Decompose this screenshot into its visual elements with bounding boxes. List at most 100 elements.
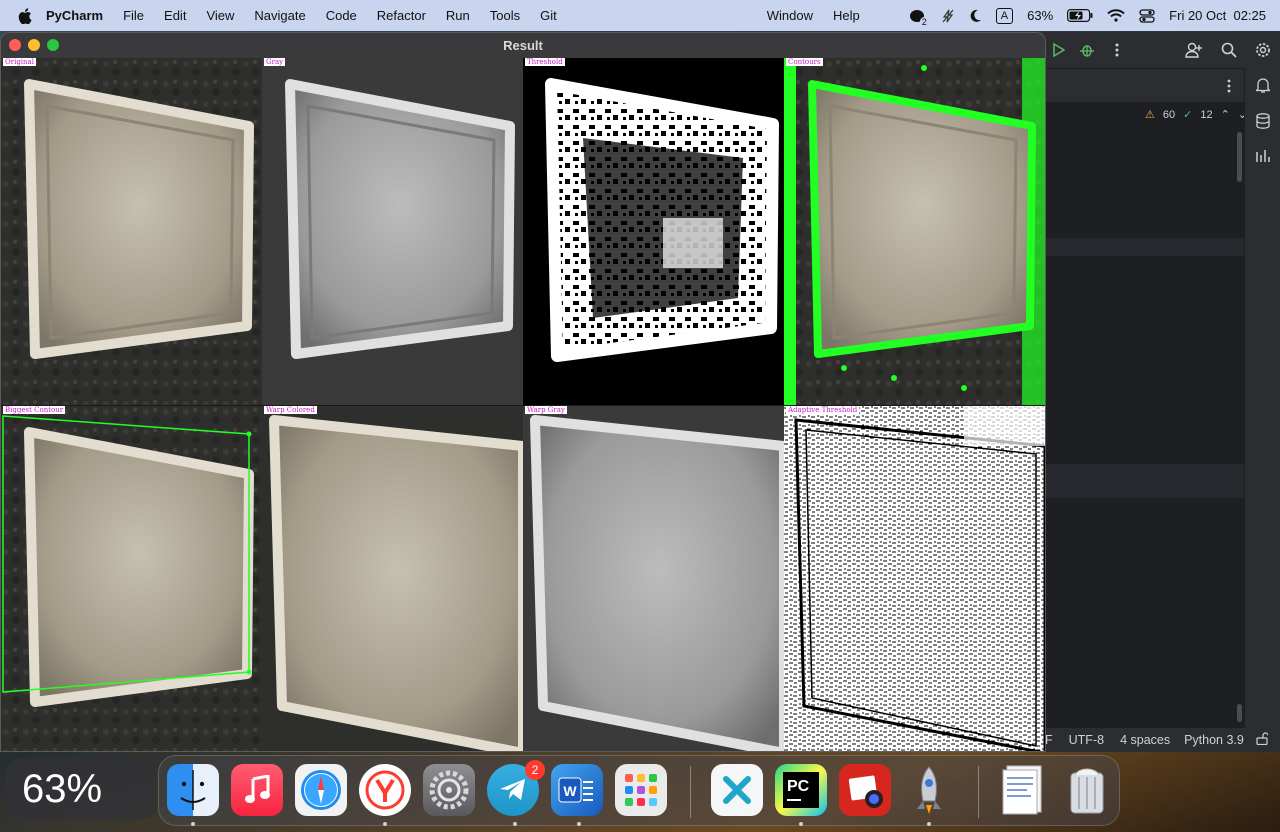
- rocket-typist-running-dot: [927, 822, 931, 826]
- panel-label: Warp Gray: [525, 406, 567, 414]
- clock[interactable]: Fri 20 Oct 02:25: [1169, 8, 1266, 23]
- ide-toolbar: [1045, 32, 1280, 68]
- volume-hud: 63%: [6, 759, 156, 819]
- menu-navigate[interactable]: Navigate: [244, 0, 315, 31]
- documents-stack-icon[interactable]: [997, 764, 1049, 816]
- zoom-button[interactable]: [47, 39, 59, 51]
- input-source-indicator[interactable]: A: [995, 7, 1014, 24]
- panel-biggest-contour: Biggest Contour: [1, 406, 262, 751]
- result-image-grid: Original Gray Threshold Contours Biggest…: [1, 58, 1045, 751]
- rocket-typist-icon[interactable]: [903, 764, 955, 816]
- wifi-icon[interactable]: [1107, 9, 1125, 22]
- settings-gear-icon[interactable]: [1253, 40, 1273, 60]
- file-encoding[interactable]: UTF-8: [1069, 733, 1104, 747]
- biggest-contour-image: [1, 406, 262, 751]
- panel-contours: Contours: [784, 58, 1045, 405]
- apple-logo-icon[interactable]: [18, 7, 32, 24]
- battery-charging-icon[interactable]: [1067, 9, 1093, 22]
- panel-adaptive-threshold: Adaptive Threshold: [784, 406, 1045, 751]
- add-user-icon[interactable]: [1183, 40, 1203, 60]
- svg-text:W: W: [563, 783, 577, 799]
- result-window: Result Original Gray Threshold Contours …: [0, 32, 1046, 752]
- result-window-titlebar[interactable]: Result: [1, 33, 1045, 58]
- menu-help[interactable]: Help: [823, 0, 870, 31]
- editor-tab-bar: [1045, 68, 1245, 102]
- menu-tools[interactable]: Tools: [480, 0, 530, 31]
- lock-open-icon[interactable]: [1256, 732, 1269, 748]
- menu-bar: PyCharm File Edit View Navigate Code Ref…: [0, 0, 1280, 31]
- panel-label: Adaptive Threshold: [786, 406, 860, 414]
- telegram-badge: 2: [525, 760, 545, 780]
- telegram-running-dot: [513, 822, 517, 826]
- sciview-chart-icon[interactable]: [1254, 146, 1272, 164]
- menu-run[interactable]: Run: [436, 0, 480, 31]
- close-button[interactable]: [9, 39, 21, 51]
- panel-label: Gray: [264, 58, 286, 66]
- gray-image: [262, 58, 523, 405]
- menu-edit[interactable]: Edit: [154, 0, 196, 31]
- word-running-dot: [577, 822, 581, 826]
- threshold-image: [523, 58, 784, 405]
- dock-separator: [690, 766, 691, 818]
- photo-booth-icon[interactable]: [839, 764, 891, 816]
- panel-label: Threshold: [525, 58, 565, 66]
- system-settings-icon[interactable]: [423, 764, 475, 816]
- editor-scrollbar[interactable]: [1237, 132, 1242, 182]
- adaptive-threshold-image: [784, 406, 1045, 751]
- finder-icon[interactable]: [167, 764, 219, 816]
- debug-icon[interactable]: [1077, 40, 1097, 60]
- notification-center-icon[interactable]: 2: [907, 8, 929, 27]
- indent-setting[interactable]: 4 spaces: [1120, 733, 1170, 747]
- panel-label: Warp Colored: [264, 406, 317, 414]
- trash-icon[interactable]: [1061, 764, 1113, 816]
- notification-count: 2: [919, 16, 929, 27]
- check-icon: ✓: [1183, 109, 1193, 121]
- menu-git[interactable]: Git: [530, 0, 567, 31]
- menu-app-name[interactable]: PyCharm: [46, 0, 113, 31]
- pycharm-ide-window: ⚠ 60 ✓ 12 ⌃ ⌄ F UTF-8 4 spaces Python 3.…: [1044, 32, 1280, 752]
- more-options-icon[interactable]: [1107, 40, 1127, 60]
- menu-file[interactable]: File: [113, 0, 154, 31]
- search-icon[interactable]: [1219, 40, 1239, 60]
- dock: 2 W PC: [158, 755, 1120, 826]
- panel-warp-colored: Warp Colored: [262, 406, 523, 751]
- control-center-icon[interactable]: [1139, 8, 1155, 23]
- finder-running-dot: [191, 822, 195, 826]
- panel-label: Original: [3, 58, 36, 66]
- safari-icon[interactable]: [295, 764, 347, 816]
- word-icon[interactable]: W: [551, 764, 603, 816]
- yandex-browser-icon[interactable]: [359, 764, 411, 816]
- tab-more-icon[interactable]: [1227, 79, 1231, 98]
- editor-scrollbar-bottom[interactable]: [1237, 704, 1242, 722]
- menu-view[interactable]: View: [196, 0, 244, 31]
- launchpad-icon[interactable]: [615, 764, 667, 816]
- window-title: Result: [503, 38, 543, 53]
- dock-separator-2: [978, 766, 979, 818]
- bolt-slash-icon[interactable]: [941, 9, 955, 23]
- battery-percent: 63%: [1027, 8, 1054, 23]
- moon-icon[interactable]: [969, 9, 982, 23]
- warning-icon: ⚠: [1145, 109, 1155, 121]
- panel-label: Contours: [786, 58, 823, 66]
- menu-refactor[interactable]: Refactor: [367, 0, 436, 31]
- pycharm-icon[interactable]: PC: [775, 764, 827, 816]
- python-interpreter[interactable]: Python 3.9: [1184, 733, 1244, 747]
- minimize-button[interactable]: [28, 39, 40, 51]
- panel-original: Original: [1, 58, 262, 405]
- chevron-up-icon[interactable]: ⌃: [1221, 108, 1230, 121]
- ok-count: 12: [1200, 108, 1213, 121]
- menu-window[interactable]: Window: [757, 0, 823, 31]
- music-icon[interactable]: [231, 764, 283, 816]
- notifications-bell-icon[interactable]: [1254, 76, 1272, 94]
- editor-highlight-line: [1045, 238, 1245, 256]
- menu-code[interactable]: Code: [316, 0, 367, 31]
- x-helper-icon[interactable]: [711, 764, 763, 816]
- warp-colored-image: [262, 406, 523, 751]
- database-icon[interactable]: [1254, 112, 1272, 130]
- panel-threshold: Threshold: [523, 58, 784, 405]
- status-area: 2 A 63% Fri 20 Oct 02:25: [907, 0, 1266, 31]
- editor-highlight-block: [1045, 464, 1245, 498]
- line-separator[interactable]: F: [1045, 733, 1053, 747]
- inspection-widget[interactable]: ⚠ 60 ✓ 12 ⌃ ⌄: [1145, 108, 1247, 122]
- run-icon[interactable]: [1049, 40, 1069, 60]
